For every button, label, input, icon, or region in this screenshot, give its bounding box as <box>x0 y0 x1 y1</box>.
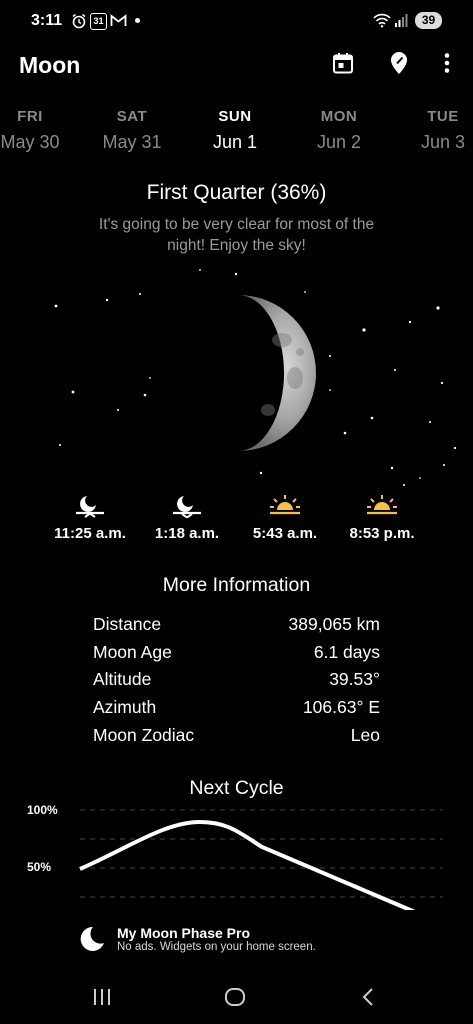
sunset-time: 8:53 p.m. <box>332 492 432 542</box>
y-tick-50: 50% <box>27 860 52 874</box>
status-time: 3:11 <box>31 12 63 29</box>
day-date: Jun 3 <box>420 132 466 152</box>
back-icon <box>362 988 373 1006</box>
info-label: Distance <box>93 614 162 634</box>
moonrise-time: 11:25 a.m. <box>40 492 140 542</box>
phase-description: It's going to be very clear for most of … <box>98 216 375 254</box>
recents-button[interactable] <box>82 982 122 1012</box>
time-label: 1:18 a.m. <box>154 525 220 542</box>
app-title: Moon <box>19 52 81 78</box>
more-vert-icon <box>444 53 450 73</box>
battery-icon: 39 <box>415 12 442 29</box>
day-tab-mon[interactable]: MON Jun 2 <box>294 108 384 153</box>
phase-title: First Quarter (36%) <box>146 181 327 204</box>
info-row-azimuth: Azimuth 106.63° E <box>93 697 380 725</box>
info-value: 389,065 km <box>288 614 380 634</box>
moon-crescent <box>238 295 316 451</box>
home-icon <box>225 988 245 1006</box>
dot-icon <box>135 18 140 23</box>
info-row-moon-zodiac: Moon Zodiac Leo <box>93 725 380 753</box>
more-information-title: More Information <box>162 574 311 596</box>
wifi-icon <box>373 13 391 28</box>
promo-title: My Moon Phase Pro <box>117 925 251 941</box>
signal-icon <box>395 14 408 27</box>
day-date: May 31 <box>102 132 162 152</box>
day-tab-sun[interactable]: SUN Jun 1 <box>190 108 280 153</box>
moon-sky-image <box>54 269 457 486</box>
info-value: 6.1 days <box>313 642 380 662</box>
info-label: Moon Zodiac <box>93 725 195 745</box>
back-button[interactable] <box>348 982 388 1012</box>
day-of-week: SUN <box>218 108 252 125</box>
stars <box>54 269 457 486</box>
day-tab-fri[interactable]: FRI May 30 <box>0 108 75 153</box>
day-date: Jun 1 <box>212 132 258 152</box>
info-value: 39.53° <box>329 669 380 689</box>
day-of-week: FRI <box>17 108 43 125</box>
time-label: 8:53 p.m. <box>349 525 415 542</box>
day-date: Jun 2 <box>316 132 362 152</box>
moonrise-icon <box>76 496 104 518</box>
info-row-distance: Distance 389,065 km <box>93 614 380 642</box>
moonset-icon <box>173 496 201 519</box>
gmail-icon <box>110 14 127 26</box>
day-of-week: SAT <box>116 108 148 125</box>
day-of-week: TUE <box>427 108 459 125</box>
sunset-icon <box>367 495 397 515</box>
day-date: May 30 <box>0 132 60 152</box>
alarm-icon <box>72 13 86 29</box>
moon-logo-icon <box>80 926 104 951</box>
promo-subtitle: No ads. Widgets on your home screen. <box>117 941 316 953</box>
y-tick-100: 100% <box>27 803 58 817</box>
info-label: Azimuth <box>93 697 157 717</box>
calendar-button[interactable] <box>328 48 358 78</box>
info-value: Leo <box>350 725 380 745</box>
day-of-week: MON <box>320 108 358 125</box>
recents-icon <box>94 989 110 1005</box>
info-label: Moon Age <box>93 642 172 662</box>
day-tab-sat[interactable]: SAT May 31 <box>87 108 177 153</box>
day-tab-tue[interactable]: TUE Jun 3 <box>398 108 473 153</box>
next-cycle-chart <box>79 809 443 914</box>
info-label: Altitude <box>93 669 152 689</box>
moonset-time: 1:18 a.m. <box>137 492 237 542</box>
chart-gridlines <box>80 809 443 898</box>
more-options-button[interactable] <box>432 48 462 78</box>
time-label: 11:25 a.m. <box>54 525 126 542</box>
info-row-moon-age: Moon Age 6.1 days <box>93 642 380 670</box>
home-button[interactable] <box>215 982 255 1012</box>
calendar-icon <box>333 53 353 74</box>
info-row-altitude: Altitude 39.53° <box>93 669 380 697</box>
illumination-curve <box>79 819 416 914</box>
info-value: 106.63° E <box>302 697 380 717</box>
time-label: 5:43 a.m. <box>252 525 318 542</box>
location-button[interactable] <box>384 48 414 78</box>
calendar-icon: 31 <box>90 13 107 30</box>
sunrise-time: 5:43 a.m. <box>235 492 335 542</box>
location-pin-icon <box>391 52 407 74</box>
sunrise-icon <box>270 495 300 515</box>
